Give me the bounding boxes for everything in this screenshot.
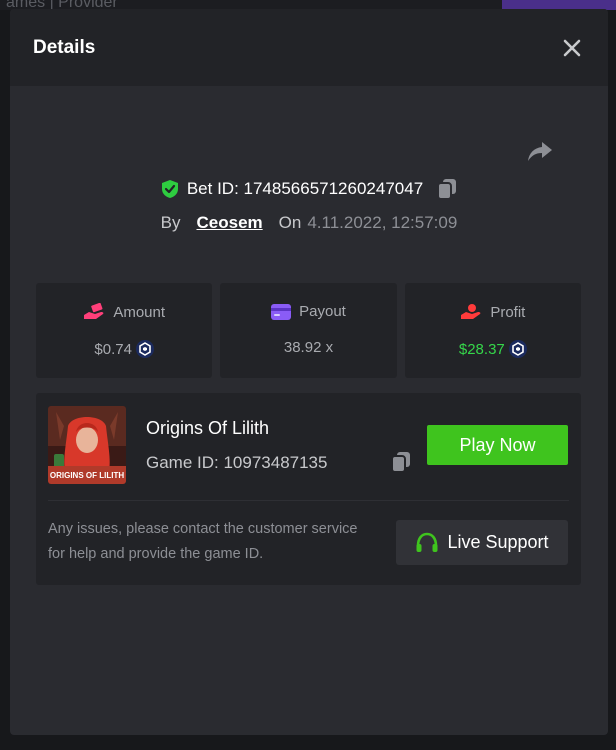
stat-amount-value: $0.74 [94, 340, 132, 358]
stat-amount: Amount $0.74 [36, 283, 213, 378]
bet-meta-row: By Ceosem On 4.11.2022, 12:57:09 [10, 213, 608, 233]
bet-id: Bet ID: 1748566571260247047 [186, 179, 424, 198]
stat-profit-label: Profit [490, 303, 526, 321]
shield-check-icon [161, 180, 178, 198]
game-id: Game ID: 10973487135 [146, 453, 328, 472]
game-thumbnail[interactable]: ORIGINS OF LILITH [48, 406, 126, 484]
share-button[interactable] [526, 140, 554, 164]
game-thumbnail-caption: ORIGINS OF LILITH [50, 471, 124, 480]
stat-profit: Profit $28.37 [404, 283, 581, 378]
details-modal: Details Bet ID: 1748566571260247047 By C… [10, 9, 608, 735]
on-label: On [278, 213, 302, 232]
money-hand-icon [84, 303, 104, 319]
profit-hand-icon [461, 304, 481, 319]
bet-datetime: 4.11.2022, 12:57:09 [307, 213, 458, 232]
cro-coin-icon [508, 340, 527, 358]
user-link[interactable]: Ceosem [197, 213, 263, 233]
support-message: Any issues, please contact the customer … [48, 521, 358, 562]
stat-payout-label: Payout [299, 303, 346, 320]
stats-row: Amount $0.74 Payout 38.92 x Profit $28.3… [36, 283, 581, 378]
stat-payout-value: 38.92 x [283, 339, 334, 356]
close-icon [563, 39, 581, 56]
headset-icon [416, 532, 438, 552]
cro-coin-icon [135, 340, 154, 358]
modal-title: Details [33, 36, 96, 58]
share-icon [528, 142, 552, 161]
game-panel: ORIGINS OF LILITH Origins Of Lilith Game… [36, 393, 581, 585]
bet-id-row: Bet ID: 1748566571260247047 [10, 178, 608, 200]
live-support-button[interactable]: Live Support [396, 520, 568, 565]
live-support-label: Live Support [447, 532, 549, 552]
modal-header: Details [10, 9, 608, 86]
play-now-button[interactable]: Play Now [427, 425, 568, 465]
stat-payout: Payout 38.92 x [220, 283, 397, 378]
stat-profit-value: $28.37 [458, 340, 505, 358]
copy-bet-id-icon[interactable] [437, 178, 457, 200]
by-label: By [160, 213, 181, 232]
game-thumbnail-art: ORIGINS OF LILITH [48, 406, 126, 484]
close-button[interactable] [558, 34, 586, 62]
divider [48, 500, 569, 501]
stat-amount-label: Amount [113, 303, 166, 321]
wallet-card-icon [271, 303, 292, 320]
copy-game-id-icon[interactable] [391, 451, 411, 473]
game-name: Origins Of Lilith [146, 418, 270, 438]
